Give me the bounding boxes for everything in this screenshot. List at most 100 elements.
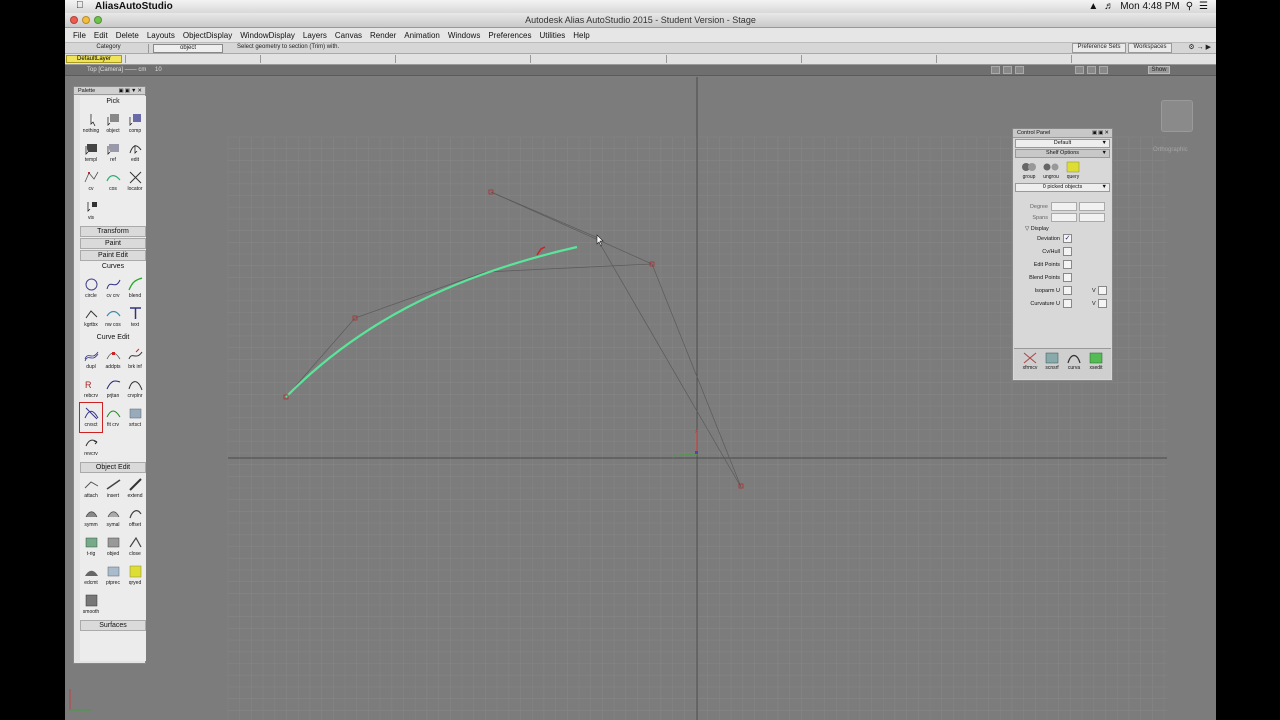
query-tool[interactable]: query bbox=[1063, 160, 1083, 180]
edit-points-checkbox[interactable] bbox=[1063, 260, 1072, 269]
menu-preferences[interactable]: Preferences bbox=[484, 31, 535, 40]
symmetry-tool[interactable]: symm bbox=[80, 503, 102, 532]
category-label[interactable]: Category bbox=[69, 44, 149, 53]
pick-cv-tool[interactable]: cv bbox=[80, 167, 102, 196]
query-edit-tool[interactable]: qryed bbox=[124, 561, 146, 590]
menu-render[interactable]: Render bbox=[366, 31, 400, 40]
spotlight-icon[interactable]: ⚲ bbox=[1186, 1, 1193, 12]
palette-titlebar[interactable]: Palette ▣▣▼✕ bbox=[74, 87, 145, 95]
transform-rig-tool[interactable]: t-rig bbox=[80, 532, 102, 561]
view-cube-icon[interactable] bbox=[1161, 100, 1193, 132]
menu-edit[interactable]: Edit bbox=[90, 31, 112, 40]
reverse-curve-tool[interactable]: revcrv bbox=[80, 432, 102, 461]
wifi-icon[interactable]: ▲ bbox=[1088, 1, 1098, 12]
x-section-edit-tool[interactable]: xsedit bbox=[1086, 351, 1106, 379]
add-points-tool[interactable]: addpts bbox=[102, 345, 124, 374]
menu-canvas[interactable]: Canvas bbox=[331, 31, 366, 40]
menu-delete[interactable]: Delete bbox=[112, 31, 143, 40]
group-tool[interactable]: group bbox=[1019, 160, 1039, 180]
viewport-title[interactable]: Top [Camera] —— cm bbox=[87, 67, 146, 73]
symmetry-align-tool[interactable]: symal bbox=[102, 503, 124, 532]
curvature-v-checkbox[interactable] bbox=[1097, 299, 1107, 308]
isoparm-v-checkbox[interactable] bbox=[1097, 286, 1107, 295]
pick-object-tool[interactable]: object bbox=[102, 109, 124, 138]
pick-mode-selector[interactable]: object bbox=[153, 44, 223, 53]
layer-slot[interactable] bbox=[125, 55, 260, 63]
tumble-icon[interactable] bbox=[991, 66, 1000, 74]
layer-slot[interactable] bbox=[1070, 55, 1206, 63]
cv-hull-checkbox[interactable] bbox=[1063, 247, 1072, 256]
new-cos-tool[interactable]: nw cos bbox=[102, 303, 124, 332]
pick-visible-tool[interactable]: vis bbox=[80, 196, 102, 225]
curvature-tool[interactable]: curva bbox=[1064, 351, 1084, 379]
pick-template-tool[interactable]: templ bbox=[80, 138, 102, 167]
pick-reference-tool[interactable]: ref bbox=[102, 138, 124, 167]
duplicate-curve-tool[interactable]: dupl bbox=[80, 345, 102, 374]
arrow-icon[interactable]: → bbox=[1197, 44, 1206, 51]
xform-cv-tool[interactable]: xfrmcv bbox=[1020, 351, 1040, 379]
control-panel-preset-dropdown[interactable]: Default ▼ bbox=[1015, 139, 1110, 148]
control-panel-window-icons[interactable]: ▣▣✕ bbox=[1092, 129, 1110, 138]
curve-edit-section-header[interactable]: Curve Edit bbox=[80, 333, 146, 344]
control-panel-titlebar[interactable]: Control Panel ▣▣✕ bbox=[1013, 129, 1112, 138]
fit-curve-tool[interactable]: fit crv bbox=[102, 403, 124, 432]
extend-tool[interactable]: extend bbox=[124, 474, 146, 503]
deviation-checkbox[interactable]: ✓ bbox=[1063, 234, 1072, 243]
scan-surface-tool[interactable]: scnsrf bbox=[1042, 351, 1062, 379]
stretch-section-tool[interactable]: srtsct bbox=[124, 403, 146, 432]
project-tangent-tool[interactable]: prjtan bbox=[102, 374, 124, 403]
curve-section-tool[interactable]: crvsct bbox=[79, 402, 103, 433]
transform-section-header[interactable]: Transform bbox=[80, 226, 146, 237]
pick-section-header[interactable]: Pick bbox=[80, 97, 146, 108]
layer-slot[interactable] bbox=[935, 55, 1071, 63]
pick-nothing-tool[interactable]: nothing bbox=[80, 109, 102, 138]
menu-objectdisplay[interactable]: ObjectDisplay bbox=[179, 31, 236, 40]
preference-sets-button[interactable]: Preference Sets bbox=[1072, 43, 1126, 53]
keypoint-toolbox-tool[interactable]: kgrtbx bbox=[80, 303, 102, 332]
default-layer-tab[interactable]: DefaultLayer bbox=[66, 55, 122, 63]
insert-tool[interactable]: insert bbox=[102, 474, 124, 503]
menu-layers[interactable]: Layers bbox=[299, 31, 331, 40]
degree-field-v[interactable] bbox=[1079, 202, 1105, 211]
close-tool[interactable]: close bbox=[124, 532, 146, 561]
blend-curve-tool[interactable]: blend bbox=[124, 274, 146, 303]
ungroup-tool[interactable]: ungrou bbox=[1041, 160, 1061, 180]
curve-planarize-tool[interactable]: crvplnr bbox=[124, 374, 146, 403]
cv-curve-tool[interactable]: cv crv bbox=[102, 274, 124, 303]
apple-icon[interactable]:  bbox=[76, 0, 84, 11]
layer-slot[interactable] bbox=[530, 55, 665, 63]
volume-icon[interactable]: ♬ bbox=[1104, 1, 1114, 12]
dolly-icon[interactable] bbox=[1015, 66, 1024, 74]
mac-app-name[interactable]: AliasAutoStudio bbox=[95, 1, 173, 12]
notification-icon[interactable]: ☰ bbox=[1199, 1, 1208, 12]
rebuild-curve-tool[interactable]: Rrebcrv bbox=[80, 374, 102, 403]
clock-text[interactable]: Mon 4:48 PM bbox=[1120, 1, 1179, 12]
object-edit-section-header[interactable]: Object Edit bbox=[80, 462, 146, 473]
workspaces-button[interactable]: Workspaces bbox=[1128, 43, 1172, 53]
curvature-u-checkbox[interactable] bbox=[1063, 299, 1072, 308]
menu-animation[interactable]: Animation bbox=[400, 31, 444, 40]
gear-icon[interactable]: ⚙ bbox=[1188, 44, 1196, 51]
offset-tool[interactable]: offset bbox=[124, 503, 146, 532]
edit-cemented-tool[interactable]: edcmt bbox=[80, 561, 102, 590]
picked-objects-dropdown[interactable]: 0 picked objects ▼ bbox=[1015, 183, 1110, 192]
layer-slot[interactable] bbox=[260, 55, 395, 63]
palette-window-icons[interactable]: ▣▣▼✕ bbox=[119, 87, 143, 95]
object-edit-tool[interactable]: objed bbox=[102, 532, 124, 561]
shelf-options-dropdown[interactable]: Shelf Options ▼ bbox=[1015, 149, 1110, 158]
menu-utilities[interactable]: Utilities bbox=[535, 31, 569, 40]
pick-component-tool[interactable]: comp bbox=[124, 109, 146, 138]
show-button[interactable]: Show bbox=[1148, 66, 1170, 74]
menu-file[interactable]: File bbox=[69, 31, 90, 40]
paint-edit-section-header[interactable]: Paint Edit bbox=[80, 250, 146, 261]
play-icon[interactable]: ▶ bbox=[1206, 44, 1213, 51]
layer-slot[interactable] bbox=[800, 55, 936, 63]
menu-windowdisplay[interactable]: WindowDisplay bbox=[236, 31, 299, 40]
menu-layouts[interactable]: Layouts bbox=[143, 31, 179, 40]
curves-section-header[interactable]: Curves bbox=[80, 262, 146, 273]
pick-locator-tool[interactable]: locator bbox=[124, 167, 146, 196]
track-icon[interactable] bbox=[1003, 66, 1012, 74]
layer-slot[interactable] bbox=[395, 55, 530, 63]
text-tool[interactable]: text bbox=[124, 303, 146, 332]
attach-tool[interactable]: attach bbox=[80, 474, 102, 503]
